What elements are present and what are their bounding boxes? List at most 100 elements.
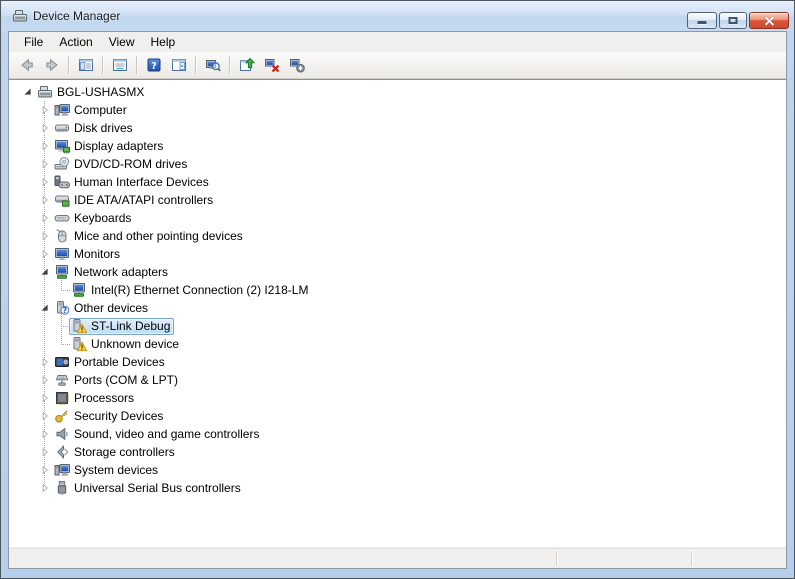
tree-item[interactable]: System devices (9, 461, 786, 479)
update-driver-software-icon (239, 57, 255, 73)
expander-collapsed-icon[interactable] (38, 408, 52, 424)
tree-item-label: Unknown device (91, 337, 180, 351)
storage-icon (54, 444, 70, 460)
tree-item-body[interactable]: IDE ATA/ATAPI controllers (52, 192, 217, 209)
menubar: File Action View Help (9, 32, 786, 52)
tree-item[interactable]: Network adapters (9, 263, 786, 281)
expander-collapsed-icon[interactable] (38, 390, 52, 406)
expander-collapsed-icon[interactable] (38, 372, 52, 388)
tree-item-body[interactable]: Ports (COM & LPT) (52, 372, 182, 389)
tree-item-body[interactable]: Monitors (52, 246, 124, 263)
forward-button[interactable] (40, 54, 63, 77)
tree-item-body[interactable]: Keyboards (52, 210, 135, 227)
expander-collapsed-icon[interactable] (38, 210, 52, 226)
tree-item-label: Keyboards (74, 211, 132, 225)
expander-collapsed-icon[interactable] (38, 426, 52, 442)
tree-item-body[interactable]: Intel(R) Ethernet Connection (2) I218-LM (69, 282, 312, 299)
tree-item-label: IDE ATA/ATAPI controllers (74, 193, 214, 207)
tree-item-body[interactable]: Storage controllers (52, 444, 179, 461)
scan-for-hardware-changes-button[interactable] (201, 54, 224, 77)
tree-item[interactable]: Disk drives (9, 119, 786, 137)
toolbar-separator (229, 56, 230, 74)
ide-icon (54, 192, 70, 208)
tree-item[interactable]: Other devices (9, 299, 786, 317)
expander-collapsed-icon[interactable] (38, 138, 52, 154)
tree-item-body[interactable]: Other devices (52, 300, 152, 317)
expander-expanded-icon[interactable] (38, 300, 52, 316)
tree-item[interactable]: Monitors (9, 245, 786, 263)
menu-help[interactable]: Help (143, 33, 184, 51)
help-button[interactable] (142, 54, 165, 77)
expander-expanded-icon[interactable] (38, 264, 52, 280)
disable-button[interactable] (285, 54, 308, 77)
tree-item[interactable]: BGL-USHASMX (9, 83, 786, 101)
tree-item[interactable]: Portable Devices (9, 353, 786, 371)
tree-item[interactable]: Computer (9, 101, 786, 119)
title-bar[interactable]: Device Manager (1, 1, 794, 31)
tree-item[interactable]: Ports (COM & LPT) (9, 371, 786, 389)
tree-item[interactable]: Intel(R) Ethernet Connection (2) I218-LM (9, 272, 786, 299)
tree-item-body[interactable]: Network adapters (52, 264, 172, 281)
expander-collapsed-icon[interactable] (38, 462, 52, 478)
expander-collapsed-icon[interactable] (38, 102, 52, 118)
expander-collapsed-icon[interactable] (38, 174, 52, 190)
minimize-button[interactable] (687, 12, 717, 29)
properties-button[interactable] (108, 54, 131, 77)
tree-item-body[interactable]: Human Interface Devices (52, 174, 213, 191)
tree-item[interactable]: Storage controllers (9, 443, 786, 461)
tree-item[interactable]: Keyboards (9, 209, 786, 227)
tree-item-body[interactable]: Portable Devices (52, 354, 169, 371)
expander-collapsed-icon[interactable] (38, 246, 52, 262)
expander-collapsed-icon[interactable] (38, 156, 52, 172)
tree-item[interactable]: Human Interface Devices (9, 173, 786, 191)
tree-item-body[interactable]: Disk drives (52, 120, 137, 137)
uninstall-button[interactable] (260, 54, 283, 77)
tree-item-body[interactable]: Mice and other pointing devices (52, 228, 247, 245)
tree-item-label: ST-Link Debug (91, 319, 171, 333)
tree-item[interactable]: IDE ATA/ATAPI controllers (9, 191, 786, 209)
tree-item-body[interactable]: DVD/CD-ROM drives (52, 156, 191, 173)
tree-item-body[interactable]: Computer (52, 102, 131, 119)
tree-item-body[interactable]: Unknown device (69, 336, 183, 353)
tree-item[interactable]: Universal Serial Bus controllers (9, 479, 786, 497)
tree-item-body[interactable]: Processors (52, 390, 138, 407)
tree-item-body-selected[interactable]: ST-Link Debug (69, 317, 175, 335)
expander-collapsed-icon[interactable] (38, 480, 52, 496)
tree-item-body[interactable]: BGL-USHASMX (35, 84, 148, 101)
network-icon (54, 264, 70, 280)
menu-file[interactable]: File (16, 33, 51, 51)
tree-item-body[interactable]: Security Devices (52, 408, 167, 425)
tree-item-body[interactable]: Display adapters (52, 138, 167, 155)
tree-item[interactable]: DVD/CD-ROM drives (9, 155, 786, 173)
menu-view[interactable]: View (101, 33, 143, 51)
expander-collapsed-icon[interactable] (38, 444, 52, 460)
tree-item-label: Universal Serial Bus controllers (74, 481, 241, 495)
tree-item[interactable]: Mice and other pointing devices (9, 227, 786, 245)
tree-item-body[interactable]: Sound, video and game controllers (52, 426, 263, 443)
tree-item[interactable]: Unknown device (9, 326, 786, 353)
tree-item[interactable]: ST-Link Debug (9, 308, 786, 335)
tree-item-body[interactable]: Universal Serial Bus controllers (52, 480, 245, 497)
maximize-button[interactable] (719, 12, 747, 29)
menu-action[interactable]: Action (51, 33, 100, 51)
tree-item[interactable]: Security Devices (9, 407, 786, 425)
tree-item-body[interactable]: System devices (52, 462, 162, 479)
expander-collapsed-icon[interactable] (38, 228, 52, 244)
update-driver-software-button[interactable] (235, 54, 258, 77)
expander-expanded-icon[interactable] (21, 84, 35, 100)
expander-collapsed-icon[interactable] (38, 192, 52, 208)
show-hide-action-pane-button[interactable] (167, 54, 190, 77)
warning-icon (71, 336, 87, 352)
tree-item[interactable]: Sound, video and game controllers (9, 425, 786, 443)
close-button[interactable] (749, 12, 789, 29)
show-hide-console-tree-button[interactable] (74, 54, 97, 77)
processor-icon (54, 390, 70, 406)
device-tree-panel[interactable]: BGL-USHASMX Computer Disk drives Display ad… (9, 79, 786, 547)
tree-item[interactable]: Processors (9, 389, 786, 407)
usb-icon (54, 480, 70, 496)
tree-item-label: Intel(R) Ethernet Connection (2) I218-LM (91, 283, 309, 297)
expander-collapsed-icon[interactable] (38, 354, 52, 370)
tree-item[interactable]: Display adapters (9, 137, 786, 155)
back-button[interactable] (15, 54, 38, 77)
expander-collapsed-icon[interactable] (38, 120, 52, 136)
